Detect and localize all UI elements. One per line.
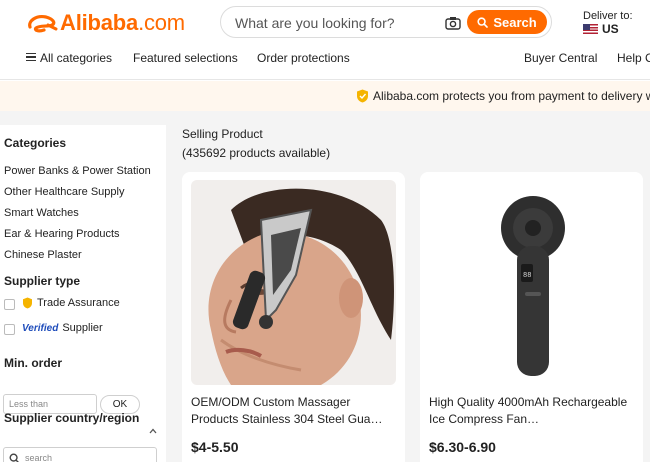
supplier-region-title[interactable]: Supplier country/region xyxy=(4,411,139,425)
alibaba-logo[interactable]: Alibaba.com xyxy=(26,10,185,36)
min-order-title: Min. order xyxy=(4,356,63,370)
category-item[interactable]: Ear & Hearing Products xyxy=(4,228,120,240)
nav-all-categories[interactable]: All categories xyxy=(26,51,112,65)
verified-supplier-label[interactable]: Verified Supplier xyxy=(22,322,103,334)
category-item[interactable]: Power Banks & Power Station xyxy=(4,165,151,177)
product-image[interactable] xyxy=(191,180,396,385)
nav-featured-selections[interactable]: Featured selections xyxy=(133,51,238,65)
product-title[interactable]: OEM/ODM Custom Massager Products Stainle… xyxy=(191,394,396,428)
search-icon xyxy=(477,16,489,28)
nav-help[interactable]: Help C xyxy=(617,51,650,65)
search-bar: Search xyxy=(220,6,552,38)
massager-product-photo xyxy=(191,180,396,385)
supplier-type-title: Supplier type xyxy=(4,274,81,288)
category-item[interactable]: Smart Watches xyxy=(4,207,79,219)
category-item[interactable]: Other Healthcare Supply xyxy=(4,186,124,198)
region-search-input[interactable] xyxy=(25,451,149,462)
svg-text:88: 88 xyxy=(523,272,531,280)
banner-text[interactable]: Alibaba.com protects you from payment to… xyxy=(356,89,650,103)
top-nav: All categories Featured selections Order… xyxy=(0,51,650,67)
us-flag-icon xyxy=(583,24,598,34)
trade-assurance-label[interactable]: Trade Assurance xyxy=(22,297,120,309)
deliver-country: US xyxy=(583,23,633,35)
fan-product-photo: 88 xyxy=(429,180,634,385)
search-button-label: Search xyxy=(493,14,537,30)
deliver-label: Deliver to: xyxy=(583,10,633,22)
trade-assurance-banner: Alibaba.com protects you from payment to… xyxy=(0,81,650,111)
product-title[interactable]: High Quality 4000mAh Rechargeable Ice Co… xyxy=(429,394,634,428)
menu-icon xyxy=(26,53,36,61)
main-area: Categories Power Banks & Power Station O… xyxy=(0,111,650,462)
filter-sidebar: Categories Power Banks & Power Station O… xyxy=(0,125,166,462)
nav-order-protections[interactable]: Order protections xyxy=(257,51,350,65)
categories-title: Categories xyxy=(4,136,67,150)
product-image[interactable]: 88 xyxy=(429,180,634,385)
site-header: Alibaba.com Search Deliver to: US All ca… xyxy=(0,0,650,80)
product-card[interactable]: 88 High Quality 4000mAh Rechargeable Ice… xyxy=(420,172,643,462)
camera-icon[interactable] xyxy=(445,16,461,30)
verified-badge: Verified xyxy=(22,322,59,334)
alibaba-logo-icon xyxy=(28,15,58,33)
trade-assurance-icon xyxy=(23,297,32,309)
logo-text: Alibaba.com xyxy=(60,10,185,35)
results-count: (435692 products available) xyxy=(182,146,331,160)
product-price: $4-5.50 xyxy=(191,439,239,455)
product-price: $6.30-6.90 xyxy=(429,439,496,455)
nav-buyer-central[interactable]: Buyer Central xyxy=(524,51,597,65)
category-item[interactable]: Chinese Plaster xyxy=(4,249,82,261)
search-input[interactable] xyxy=(235,13,435,33)
verified-supplier-checkbox[interactable] xyxy=(4,324,15,335)
region-search xyxy=(3,447,157,462)
shield-icon xyxy=(357,89,368,103)
product-card[interactable]: OEM/ODM Custom Massager Products Stainle… xyxy=(182,172,405,462)
results-title: Selling Product xyxy=(182,127,263,141)
search-button[interactable]: Search xyxy=(467,10,547,34)
deliver-to[interactable]: Deliver to: US xyxy=(583,10,633,35)
chevron-up-icon[interactable] xyxy=(149,428,157,434)
search-icon xyxy=(9,453,19,462)
trade-assurance-checkbox[interactable] xyxy=(4,299,15,310)
